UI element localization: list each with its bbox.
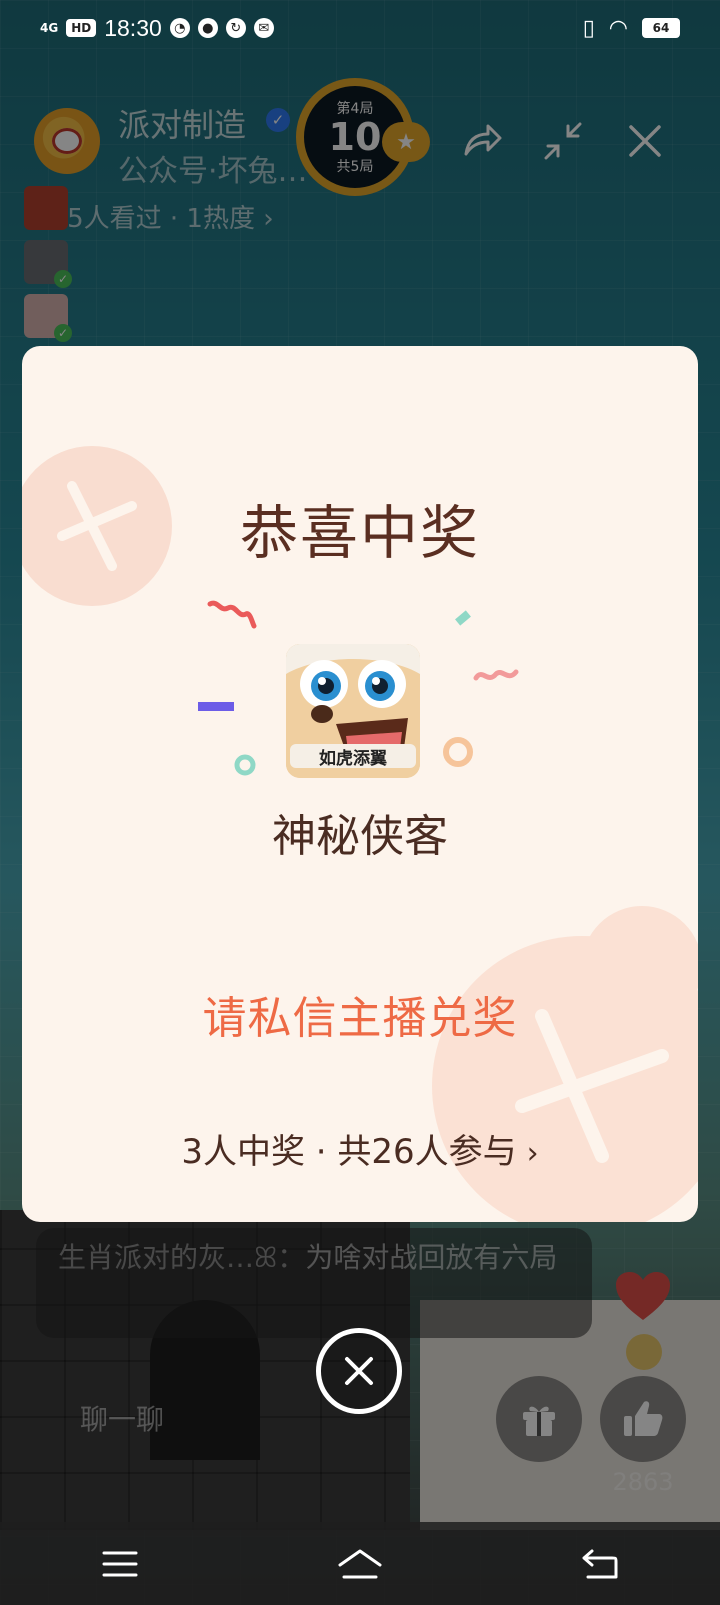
wifi-icon: ◠: [608, 15, 628, 41]
battery-icon: 64: [642, 18, 680, 38]
app-notification-icon: ●: [197, 18, 218, 38]
decor-blob: [432, 906, 698, 1222]
system-nav-bar: [0, 1522, 720, 1605]
confetti: [473, 669, 519, 681]
prize-image-caption: 如虎添翼: [319, 749, 387, 769]
menu-button[interactable]: [90, 1539, 150, 1589]
modal-title: 恭喜中奖: [239, 499, 480, 567]
vibrate-icon: ▯: [582, 15, 595, 41]
confetti: [234, 754, 256, 776]
network-indicator: 4G: [40, 21, 59, 35]
confetti: [198, 702, 234, 711]
confetti: [455, 610, 471, 626]
home-button[interactable]: [330, 1539, 390, 1589]
close-icon: [345, 1357, 373, 1385]
hd-badge: HD: [66, 19, 97, 37]
mail-icon: ✉: [253, 18, 274, 38]
speedometer-icon: ◔: [169, 18, 190, 38]
modal-close-button[interactable]: [316, 1328, 402, 1414]
confetti: [443, 737, 473, 767]
home-icon: [338, 1549, 382, 1578]
sync-icon: ↻: [225, 18, 246, 38]
clock: 18:30: [104, 14, 162, 41]
status-bar: 4G HD 18:30 ◔ ● ↻ ✉ ▯ ◠ 64: [0, 0, 720, 56]
back-button[interactable]: [570, 1539, 630, 1589]
winners-link[interactable]: 3人中奖 · 共26人参与 ›: [22, 1124, 698, 1173]
back-icon: [582, 1549, 618, 1578]
menu-icon: [102, 1551, 138, 1576]
winners-summary: 3人中奖 · 共26人参与: [181, 1132, 517, 1172]
confetti: [207, 600, 257, 629]
prize-image: 如虎添翼: [286, 644, 420, 778]
prize-name: 神秘侠客: [272, 811, 448, 862]
prize-modal: 恭喜中奖 如虎添翼 神秘侠客 请私信主播兑奖 3人中奖 · 共26人参与 ›: [22, 346, 698, 1222]
chevron-right-icon: ›: [526, 1136, 539, 1171]
claim-instruction: 请私信主播兑奖: [202, 993, 518, 1044]
